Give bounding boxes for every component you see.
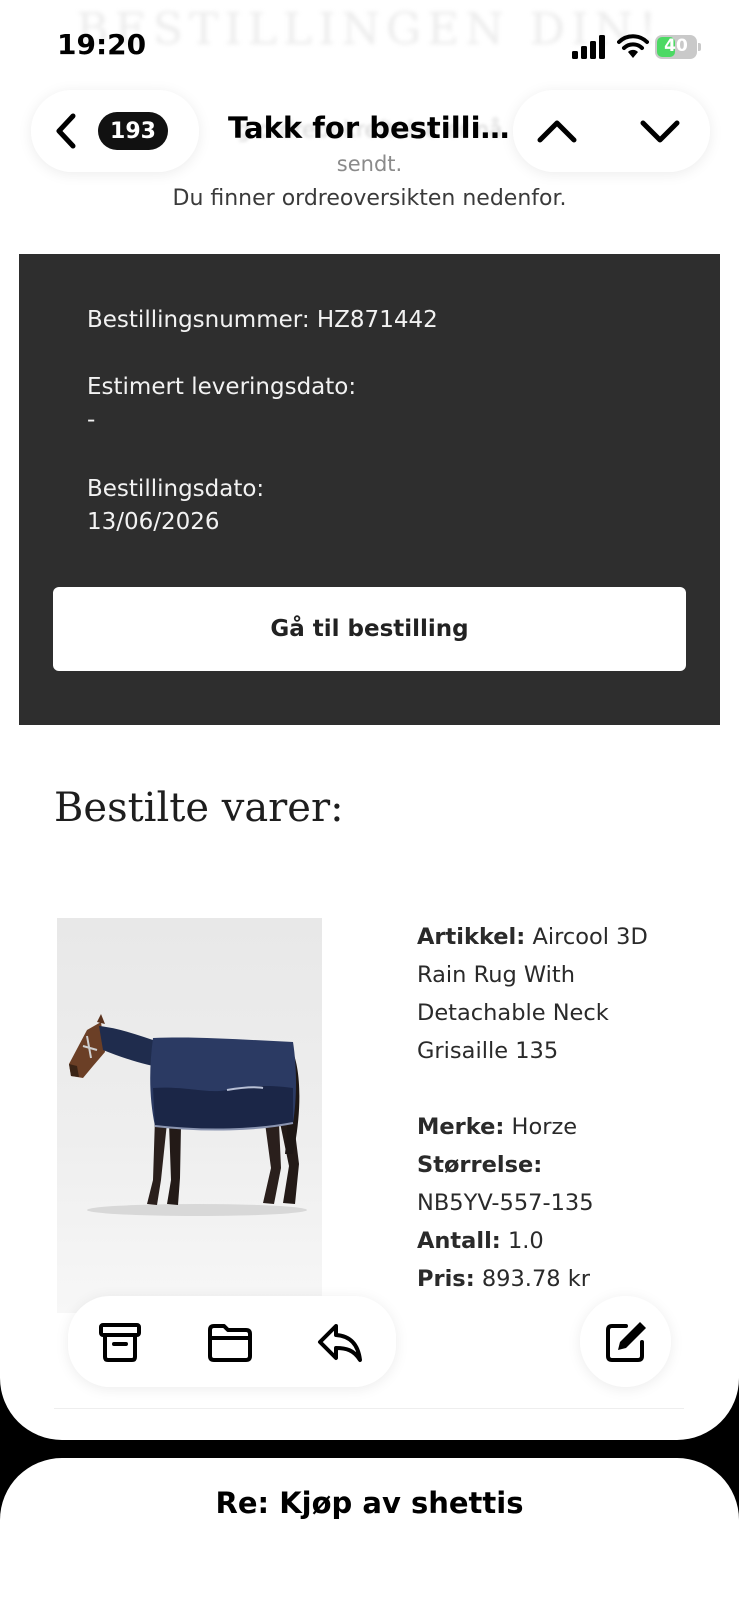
mail-toolbar — [68, 1296, 396, 1387]
brand-label: Merke: — [417, 1114, 505, 1140]
quantity-value: 1.0 — [507, 1228, 544, 1254]
chevron-down-icon[interactable] — [638, 112, 682, 150]
divider — [54, 1408, 684, 1409]
order-date-value: 13/06/2026 — [87, 509, 220, 535]
delivery-date-label: Estimert leveringsdato: — [87, 374, 357, 400]
mail-subject-title: Takk for bestilli… — [228, 111, 510, 145]
status-bar: 19:20 40 — [0, 0, 739, 88]
order-summary-box: Bestillingsnummer: HZ871442 Estimert lev… — [19, 254, 720, 725]
delivery-date-value: - — [87, 407, 96, 433]
chevron-up-icon[interactable] — [535, 112, 579, 150]
email-intro-text: Du finner ordreoversikten nedenfor. — [172, 186, 567, 211]
chevron-left-icon — [56, 113, 76, 149]
brand-value: Horze — [511, 1114, 578, 1140]
unread-count-badge: 193 — [98, 112, 168, 150]
cellular-signal-icon — [572, 35, 605, 59]
next-mail-subject: Re: Kjøp av shettis — [215, 1486, 524, 1520]
ordered-items-title: Bestilte varer: — [54, 785, 344, 831]
battery-icon: 40 — [655, 35, 702, 59]
go-to-order-button[interactable]: Gå til bestilling — [53, 587, 686, 671]
size-value: NB5YV-557-135 — [417, 1190, 594, 1216]
next-mail-preview[interactable]: Re: Kjøp av shettis — [0, 1458, 739, 1600]
compose-button[interactable] — [580, 1296, 671, 1387]
mail-view-card: BESTILLINGEN DIN! g ordrebekreftelse er … — [0, 0, 739, 1440]
article-name-line1: Aircool 3D — [532, 924, 648, 950]
wifi-icon — [617, 34, 649, 58]
email-body[interactable]: BESTILLINGEN DIN! g ordrebekreftelse er … — [0, 0, 739, 1440]
horse-rug-illustration — [69, 1014, 307, 1216]
order-date-label: Bestillingsdato: — [87, 476, 265, 502]
status-time: 19:20 — [57, 28, 147, 61]
product-image[interactable] — [57, 918, 322, 1313]
article-name-line4: Grisaille 135 — [417, 1038, 559, 1064]
archive-icon[interactable] — [96, 1318, 144, 1366]
price-label: Pris: — [417, 1266, 475, 1292]
article-name-line2: Rain Rug With — [417, 962, 575, 988]
size-label: Størrelse: — [417, 1152, 543, 1178]
order-number: Bestillingsnummer: HZ871442 — [87, 307, 438, 333]
article-name-line3: Detachable Neck — [417, 1000, 609, 1026]
quantity-label: Antall: — [417, 1228, 501, 1254]
battery-level: 40 — [664, 36, 688, 56]
reply-icon[interactable] — [316, 1318, 364, 1366]
compose-icon — [606, 1322, 646, 1362]
article-label: Artikkel: — [417, 924, 526, 950]
price-value: 893.78 kr — [481, 1266, 591, 1292]
message-navigation — [513, 90, 710, 172]
back-button[interactable]: 193 — [31, 90, 199, 172]
folder-icon[interactable] — [206, 1318, 254, 1366]
